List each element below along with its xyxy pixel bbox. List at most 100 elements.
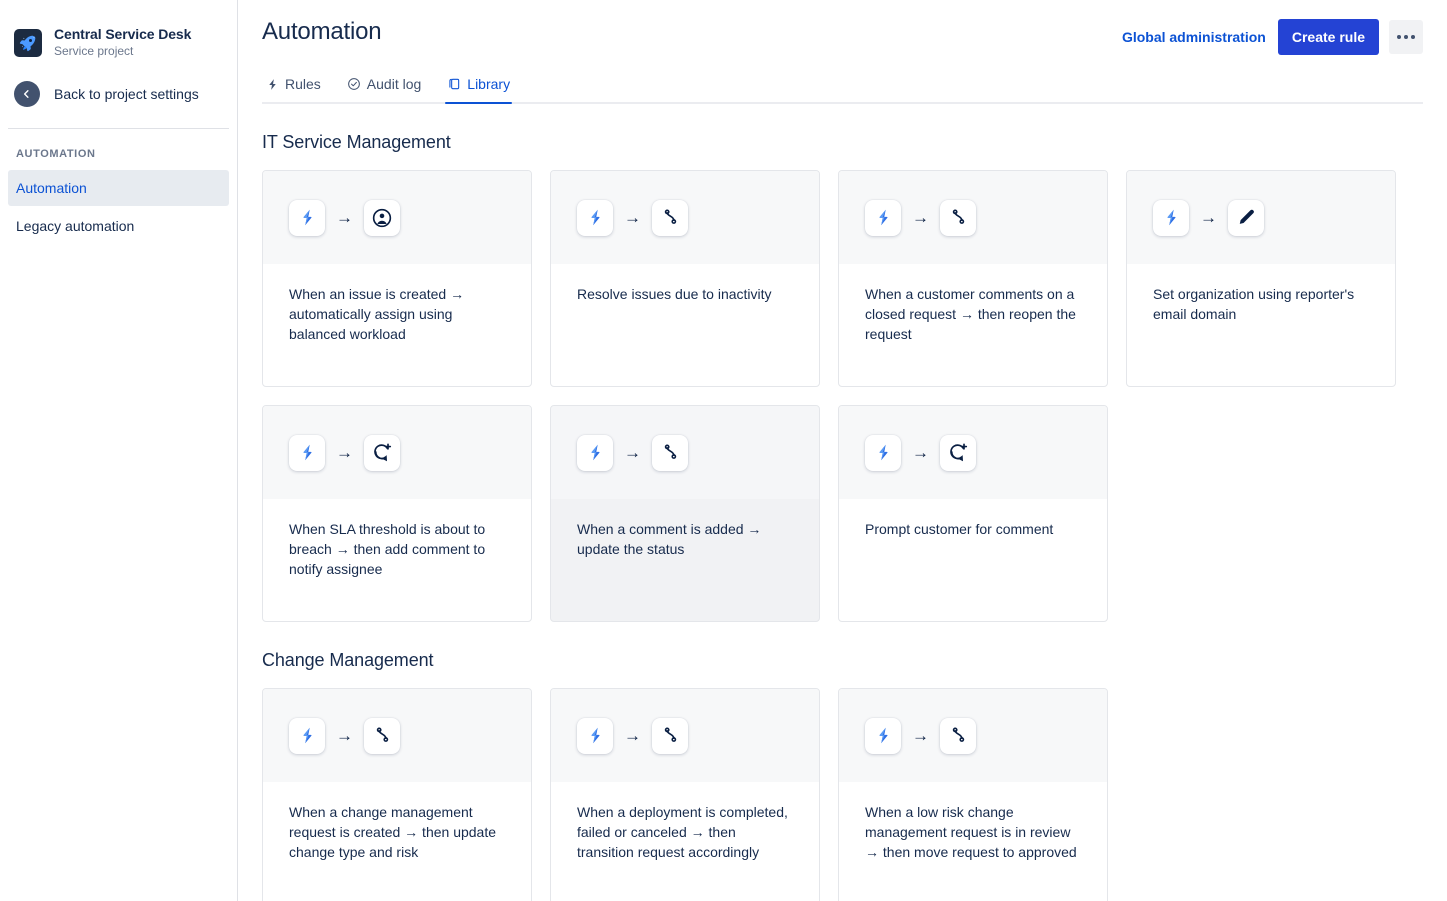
arrow-right-icon: → xyxy=(624,727,641,744)
transition-icon xyxy=(652,435,688,471)
rule-card-title: When a comment is added → update the sta… xyxy=(577,519,793,559)
rule-card-icons: → xyxy=(263,689,531,782)
section-title-change-management: Change Management xyxy=(262,648,1423,672)
lightning-icon xyxy=(577,718,613,754)
lightning-icon xyxy=(577,435,613,471)
rule-template-card[interactable]: → When a customer comments on a closed re… xyxy=(838,170,1108,387)
rule-card-title: When a customer comments on a closed req… xyxy=(865,284,1081,344)
more-dot xyxy=(1411,35,1415,39)
rule-card-icons: → xyxy=(839,406,1107,499)
rule-card-body: When a comment is added → update the sta… xyxy=(551,499,819,621)
rule-card-icons: → xyxy=(839,171,1107,264)
tab-rules[interactable]: Rules xyxy=(264,75,323,102)
arrow-right-icon: → xyxy=(912,444,929,461)
rule-card-icons: → xyxy=(551,689,819,782)
arrow-right-icon: → xyxy=(336,209,353,226)
tab-audit-log[interactable]: Audit log xyxy=(345,75,423,102)
section-title-it-service-management: IT Service Management xyxy=(262,130,1423,154)
rocket-icon xyxy=(14,29,42,57)
rule-card-body: When SLA threshold is about to breach → … xyxy=(263,499,531,621)
back-link-label: Back to project settings xyxy=(54,86,199,103)
rule-template-card[interactable]: → Resolve issues due to inactivity xyxy=(550,170,820,387)
rule-card-body: When an issue is created → automatically… xyxy=(263,264,531,386)
rule-card-body: When a deployment is completed, failed o… xyxy=(551,782,819,901)
person-icon xyxy=(364,200,400,236)
rule-card-title: When a deployment is completed, failed o… xyxy=(577,802,793,862)
arrow-right-icon: → xyxy=(1200,209,1217,226)
arrow-right-icon: → xyxy=(912,727,929,744)
rule-card-title: Prompt customer for comment xyxy=(865,519,1081,539)
transition-icon xyxy=(652,200,688,236)
project-name: Central Service Desk xyxy=(54,26,191,43)
more-dot xyxy=(1404,35,1408,39)
header-actions: Global administration Create rule xyxy=(1122,16,1423,55)
rule-card-icons: → xyxy=(551,406,819,499)
add-comment-icon xyxy=(940,435,976,471)
lightning-icon xyxy=(289,718,325,754)
rule-card-title: When SLA threshold is about to breach → … xyxy=(289,519,505,579)
card-grid-change-management: → When a change management request is cre… xyxy=(262,688,1423,901)
edit-pencil-icon xyxy=(1228,200,1264,236)
rule-card-body: Set organization using reporter's email … xyxy=(1127,264,1395,386)
sidebar-item-legacy-automation[interactable]: Legacy automation xyxy=(8,208,229,244)
check-circle-icon xyxy=(347,77,361,91)
project-type: Service project xyxy=(54,44,191,59)
back-to-project-settings-link[interactable]: Back to project settings xyxy=(0,59,237,107)
rule-card-body: When a change management request is crea… xyxy=(263,782,531,901)
tab-audit-log-label: Audit log xyxy=(367,75,421,93)
project-header: Central Service Desk Service project xyxy=(0,0,237,59)
transition-icon xyxy=(652,718,688,754)
rule-card-icons: → xyxy=(1127,171,1395,264)
lightning-icon xyxy=(266,78,279,91)
sidebar-item-automation[interactable]: Automation xyxy=(8,170,229,206)
transition-icon xyxy=(364,718,400,754)
rule-card-title: When a low risk change management reques… xyxy=(865,802,1081,862)
tab-library-label: Library xyxy=(467,75,510,93)
arrow-right-icon: → xyxy=(624,209,641,226)
tab-bar: Rules Audit log Library xyxy=(262,75,1423,104)
rule-template-card[interactable]: → Prompt customer for comment xyxy=(838,405,1108,622)
tab-rules-label: Rules xyxy=(285,75,321,93)
copy-icon xyxy=(447,77,461,91)
lightning-icon xyxy=(289,435,325,471)
rule-template-card[interactable]: → Set organization using reporter's email… xyxy=(1126,170,1396,387)
rule-template-card[interactable]: → When an issue is created → automaticall… xyxy=(262,170,532,387)
transition-icon xyxy=(940,200,976,236)
rule-card-body: When a customer comments on a closed req… xyxy=(839,264,1107,386)
arrow-right-icon: → xyxy=(336,444,353,461)
more-actions-button[interactable] xyxy=(1389,20,1423,54)
rule-template-card[interactable]: → When a low risk change management reque… xyxy=(838,688,1108,901)
lightning-icon xyxy=(1153,200,1189,236)
sidebar-nav: Automation Legacy automation xyxy=(0,170,237,244)
arrow-left-circle-icon xyxy=(14,81,40,107)
create-rule-button[interactable]: Create rule xyxy=(1278,19,1379,55)
sidebar-section-caption: AUTOMATION xyxy=(0,129,237,160)
rule-template-card[interactable]: → When a comment is added → update the st… xyxy=(550,405,820,622)
rule-card-title: When a change management request is crea… xyxy=(289,802,505,862)
arrow-right-icon: → xyxy=(624,444,641,461)
rule-card-title: Resolve issues due to inactivity xyxy=(577,284,793,304)
tab-library[interactable]: Library xyxy=(445,75,512,102)
transition-icon xyxy=(940,718,976,754)
rule-card-body: When a low risk change management reques… xyxy=(839,782,1107,901)
main-content: Automation Global administration Create … xyxy=(238,0,1447,901)
page-title: Automation xyxy=(262,16,381,48)
rule-card-title: Set organization using reporter's email … xyxy=(1153,284,1369,324)
page-header: Automation Global administration Create … xyxy=(262,0,1423,55)
rule-card-icons: → xyxy=(839,689,1107,782)
rule-card-title: When an issue is created → automatically… xyxy=(289,284,505,344)
card-grid-it-service-management: → When an issue is created → automaticall… xyxy=(262,170,1423,622)
global-administration-link[interactable]: Global administration xyxy=(1122,27,1268,47)
rule-template-card[interactable]: → When SLA threshold is about to breach →… xyxy=(262,405,532,622)
more-dot xyxy=(1397,35,1401,39)
arrow-right-icon: → xyxy=(912,209,929,226)
arrow-right-icon: → xyxy=(336,727,353,744)
lightning-icon xyxy=(865,200,901,236)
rule-card-icons: → xyxy=(551,171,819,264)
add-comment-icon xyxy=(364,435,400,471)
rule-card-body: Prompt customer for comment xyxy=(839,499,1107,621)
rule-template-card[interactable]: → When a change management request is cre… xyxy=(262,688,532,901)
rule-card-body: Resolve issues due to inactivity xyxy=(551,264,819,386)
rule-template-card[interactable]: → When a deployment is completed, failed … xyxy=(550,688,820,901)
lightning-icon xyxy=(577,200,613,236)
